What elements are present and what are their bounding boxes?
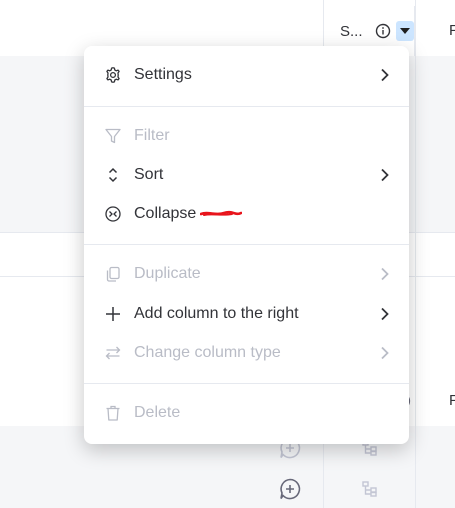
gear-icon bbox=[104, 66, 122, 84]
menu-item-label: Duplicate bbox=[134, 265, 201, 282]
chevron-right-icon bbox=[378, 305, 392, 323]
column-header-label: S... bbox=[340, 22, 363, 40]
menu-item-duplicate: Duplicate bbox=[84, 256, 409, 292]
next-column-header[interactable]: F bbox=[449, 22, 455, 39]
info-icon[interactable] bbox=[375, 23, 391, 39]
menu-item-delete: Delete bbox=[84, 395, 409, 431]
menu-divider bbox=[84, 106, 409, 107]
menu-item-sort[interactable]: Sort bbox=[84, 157, 409, 193]
add-update-icon[interactable] bbox=[278, 477, 302, 501]
caret-down-icon[interactable] bbox=[395, 21, 414, 41]
plus-icon bbox=[104, 305, 122, 323]
menu-item-collapse[interactable]: Collapse bbox=[84, 196, 409, 232]
table-row[interactable] bbox=[0, 468, 455, 508]
chevron-right-icon bbox=[378, 265, 392, 283]
menu-divider bbox=[84, 383, 409, 384]
trash-icon bbox=[104, 404, 122, 422]
chevron-right-icon bbox=[378, 344, 392, 362]
swap-icon bbox=[104, 344, 122, 362]
menu-item-filter: Filter bbox=[84, 118, 409, 154]
duplicate-icon bbox=[104, 265, 122, 283]
menu-item-label: Delete bbox=[134, 404, 181, 421]
redaction-scribble bbox=[200, 210, 242, 216]
menu-item-label: Change column type bbox=[134, 344, 281, 361]
menu-divider bbox=[84, 244, 409, 245]
menu-item-label: Sort bbox=[134, 166, 164, 183]
menu-item-label: Add column to the right bbox=[134, 305, 299, 322]
menu-item-label: Settings bbox=[134, 66, 192, 83]
menu-item-change-column-type: Change column type bbox=[84, 335, 409, 371]
column-divider bbox=[415, 0, 416, 508]
menu-item-settings[interactable]: Settings bbox=[84, 57, 409, 93]
column-cell-text: F bbox=[449, 392, 455, 409]
chevron-right-icon bbox=[378, 166, 392, 184]
subitems-icon[interactable] bbox=[360, 479, 380, 499]
sort-icon bbox=[104, 166, 122, 184]
menu-item-label: Filter bbox=[134, 127, 170, 144]
menu-item-add-column-right[interactable]: Add column to the right bbox=[84, 296, 409, 332]
filter-icon bbox=[104, 127, 122, 145]
chevron-right-icon bbox=[378, 66, 392, 84]
menu-item-label: Collapse bbox=[134, 205, 197, 222]
column-context-menu: Settings Filter Sort Collapse Duplicate … bbox=[84, 46, 409, 444]
collapse-icon bbox=[104, 205, 122, 223]
